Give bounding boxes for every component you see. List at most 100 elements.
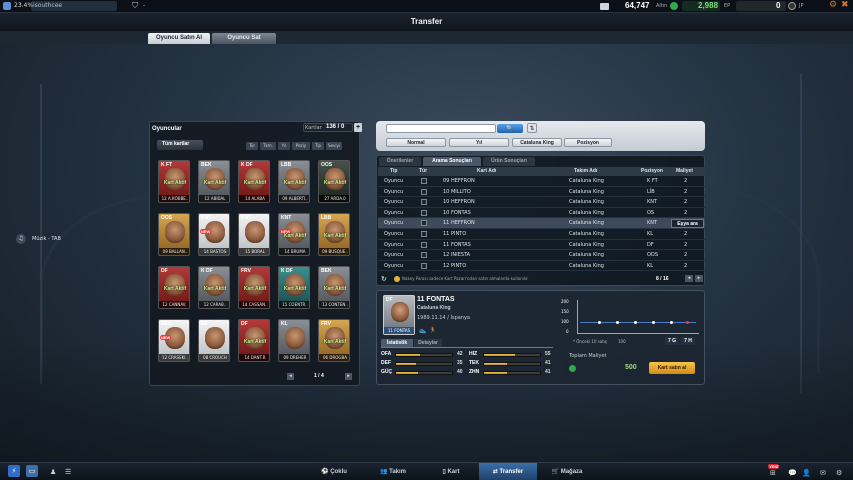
tab-details[interactable]: Detaylar [414, 339, 442, 347]
result-row[interactable]: Oyuncu 10 FONTAS Cataluna King OS 2 [378, 208, 705, 219]
menu-icon[interactable]: ⚡ [8, 465, 20, 477]
player-card[interactable]: K DF Kart Aktif 14 ALABA [238, 160, 270, 203]
player-card[interactable]: OOS Kart Aktif 27 ARDA.0 [318, 160, 350, 203]
friends-icon[interactable]: 👤 [802, 467, 811, 479]
card-player-name: 14 CASSAN.. [239, 301, 269, 308]
dropdown-year[interactable]: Yıl [449, 138, 509, 147]
total-cost-label: Toplam Maliyet [569, 353, 607, 359]
nav-transfer[interactable]: ⇄ Transfer [479, 463, 537, 480]
row-checkbox[interactable] [421, 262, 427, 269]
graph-7w-button[interactable]: 7 H [681, 337, 695, 345]
nav-team[interactable]: 👥 Takım [376, 463, 410, 480]
player-card[interactable]: GF 08 CROUCH [198, 319, 230, 362]
result-row[interactable]: Oyuncu 11 PINTO Cataluna King KL 2 [378, 229, 705, 240]
results-next-button[interactable]: ▸ [695, 275, 703, 282]
player-card[interactable]: K FT Kart Aktif 12 A.ROBBE.. [158, 160, 190, 203]
filter-button[interactable]: Tkm. [260, 142, 276, 150]
close-icon[interactable]: ✖ [841, 0, 849, 10]
nav-card[interactable]: ▯ Kart [436, 463, 466, 480]
filter-button[interactable]: Tip [312, 142, 324, 150]
music-toggle[interactable]: ♫ Müzik - TAB [16, 234, 76, 245]
result-row[interactable]: Oyuncu 10 MILLITO Cataluna King LİB 2 [378, 187, 705, 198]
row-type: Oyuncu [384, 231, 404, 237]
card-active-label: Kart Aktif [243, 339, 267, 345]
player-card[interactable]: KNT NEW 14 BASTOS [198, 213, 230, 256]
monitor-icon[interactable]: ▭ [26, 465, 38, 477]
all-cards-filter[interactable]: Tüm kartlar [157, 140, 203, 150]
filter-button[interactable]: Tür [246, 142, 258, 150]
result-row[interactable]: Oyuncu 09 HEFFRON Cataluna King K FT 2 [378, 176, 705, 187]
player-card[interactable]: BEK Kart Aktif 13 CONTEN.. [318, 266, 350, 309]
body-icon: 🏃 [429, 327, 437, 334]
search-button[interactable]: 🔍 [497, 124, 523, 133]
list-icon[interactable]: ☰ [65, 466, 71, 478]
inbox-icon[interactable]: ⊞ [770, 467, 776, 479]
top-status-bar: 23.4% isouthcee ⛉ - 64,747 Altın 2,988 E… [0, 0, 853, 13]
results-list: Oyuncu 09 HEFFRON Cataluna King K FT 2 Oyuncu… [377, 176, 706, 272]
player-card[interactable]: OOS 09 BALLAN.. [158, 213, 190, 256]
nav-shop-label: Mağaza [560, 469, 583, 475]
refresh-icon[interactable]: ↻ [381, 275, 387, 283]
player-card[interactable]: LBB Kart Aktif 09 BUSQUE.. [318, 213, 350, 256]
search-input[interactable] [386, 124, 496, 133]
row-checkbox[interactable] [421, 220, 427, 227]
player-card[interactable]: DF Kart Aktif 12 CANNAV.. [158, 266, 190, 309]
filter-button[interactable]: Poziy [292, 142, 310, 150]
result-row[interactable]: Oyuncu 10 HEFFRON Cataluna King KNT 2 [378, 197, 705, 208]
player-card[interactable]: BEK Kart Aktif 12 ABIDAL [198, 160, 230, 203]
result-row[interactable]: Oyuncu 12 PINTO Cataluna King KL 2 [378, 261, 705, 272]
next-page-button[interactable]: ▸ [345, 373, 352, 380]
result-row[interactable]: Oyuncu 12 INIESTA Cataluna King OOS 2 [378, 250, 705, 261]
dropdown-team[interactable]: Cataluna King [512, 138, 562, 147]
stat-bar-fill [396, 354, 420, 356]
detail-card-name: 11 FONTAS [384, 327, 414, 334]
filter-button[interactable]: Yıl [278, 142, 290, 150]
tab-recommended[interactable]: Önerilenler [379, 157, 421, 166]
player-card[interactable]: LBB Kart Aktif 09 ALBERTI.. [278, 160, 310, 203]
tab-buy-player[interactable]: Oyuncu Satın Al [148, 33, 210, 44]
row-checkbox[interactable] [421, 241, 427, 248]
nav-multi[interactable]: ⚽ Çoklu [314, 463, 354, 480]
stat-label: TEK [469, 360, 479, 366]
results-prev-button[interactable]: ◂ [685, 275, 693, 282]
nav-shop[interactable]: 🛒 Mağaza [546, 463, 588, 480]
tab-search-results[interactable]: Arama Sonuçları [423, 157, 481, 166]
mail-icon[interactable]: ✉ [820, 467, 826, 479]
row-checkbox[interactable] [421, 252, 427, 259]
player-card[interactable]: BEK NEW 12 CRASEKI.. [158, 319, 190, 362]
player-card[interactable]: KNT 15 BORAL [238, 213, 270, 256]
player-card[interactable]: KL 09 DREHER [278, 319, 310, 362]
tab-statistics[interactable]: İstatistik [381, 339, 413, 347]
header-position: Pozisyon [641, 168, 663, 174]
add-card-button[interactable]: + [354, 123, 362, 132]
row-checkbox[interactable] [421, 199, 427, 206]
graph-7d-button[interactable]: 7 G [665, 337, 679, 345]
row-checkbox[interactable] [421, 188, 427, 195]
row-checkbox[interactable] [421, 178, 427, 184]
chess-icon[interactable]: ♟ [50, 466, 56, 478]
row-checkbox[interactable] [421, 231, 427, 237]
dropdown-normal[interactable]: Normal [386, 138, 446, 147]
result-row[interactable]: Oyuncu11 HEFFRONCataluna KingKNT2 [378, 218, 705, 229]
player-card[interactable]: K DF Kart Aktif 12 CARAB.. [198, 266, 230, 309]
player-card[interactable]: K DF Kart Aktif 15 COENTR.. [278, 266, 310, 309]
player-card[interactable]: FRV Kart Aktif 06 DROGBA [318, 319, 350, 362]
refresh-search-icon[interactable]: ⇅ [527, 123, 537, 133]
tab-sell-player[interactable]: Oyuncu Sat [212, 33, 276, 44]
player-card[interactable]: DF Kart Aktif 14 DANT.R [238, 319, 270, 362]
result-row[interactable]: Oyuncu 11 FONTAS Cataluna King DF 2 [378, 240, 705, 251]
player-card[interactable]: FRV Kart Aktif 14 CASSAN.. [238, 266, 270, 309]
nav-multi-icon: ⚽ [321, 469, 331, 475]
settings-icon[interactable]: ⚙ [829, 0, 837, 10]
prev-page-button[interactable]: ◂ [287, 373, 294, 380]
tab-item-results[interactable]: Ürün Sonuçları [483, 157, 535, 166]
filter-button[interactable]: Seviyi [326, 142, 342, 150]
chat-icon[interactable]: 💬 [788, 467, 797, 479]
buy-card-button[interactable]: Kart satın al [649, 362, 695, 374]
card-position: BEK [321, 268, 332, 274]
search-item-button[interactable]: Eşya ara [671, 219, 704, 228]
row-checkbox[interactable] [421, 209, 427, 216]
dropdown-position[interactable]: Pozisyon [564, 138, 612, 147]
options-icon[interactable]: ⚙ [836, 467, 842, 479]
player-card[interactable]: KNT NEW Kart Aktif 14 BRUMA [278, 213, 310, 256]
